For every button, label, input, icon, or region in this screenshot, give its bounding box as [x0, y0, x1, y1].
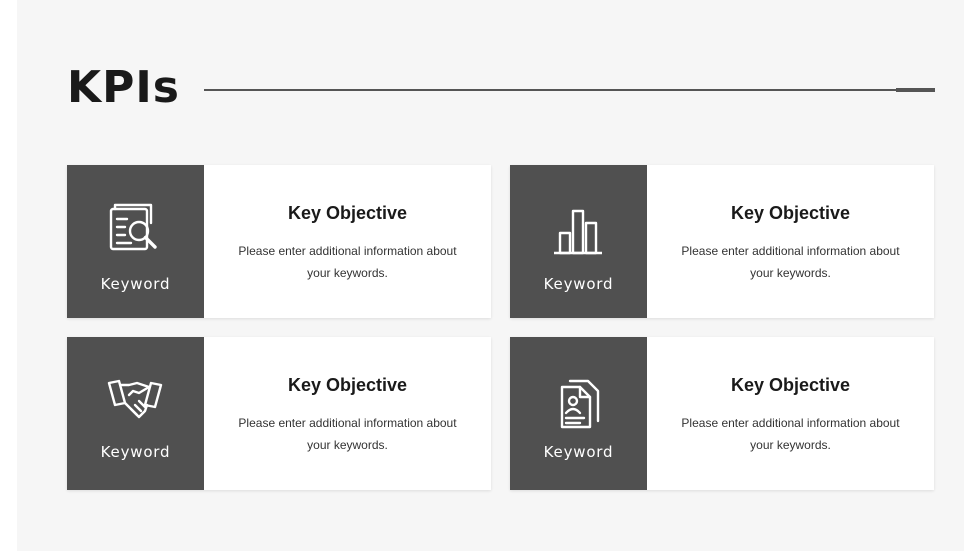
kpi-card-1-text: Key Objective Please enter additional in…	[204, 165, 491, 318]
kpi-card-4-tile: Keyword	[510, 337, 647, 490]
kpi-card-3-tile: Keyword	[67, 337, 204, 490]
slide: KPIs Keyword Key Objective Please enter …	[17, 0, 964, 551]
kpi-card-2-text: Key Objective Please enter additional in…	[647, 165, 934, 318]
kpi-card-3-title: Key Objective	[287, 375, 408, 395]
kpi-card-4-keyword: Keyword	[543, 443, 614, 461]
kpi-card-3: Keyword Key Objective Please enter addit…	[67, 337, 491, 490]
profile-document-icon	[560, 379, 600, 429]
page-title: KPIs	[67, 62, 180, 113]
handshake-icon	[107, 379, 163, 419]
title-divider	[204, 89, 898, 91]
kpi-card-1-description: Please enter additional information abou…	[238, 244, 457, 280]
kpi-card-2-description: Please enter additional information abou…	[681, 244, 900, 280]
document-search-icon	[109, 203, 157, 251]
kpi-card-2: Keyword Key Objective Please enter addit…	[510, 165, 934, 318]
bar-chart-icon	[554, 209, 602, 255]
kpi-card-4-title: Key Objective	[730, 375, 851, 395]
kpi-card-1-title: Key Objective	[287, 203, 408, 223]
kpi-card-3-text: Key Objective Please enter additional in…	[204, 337, 491, 490]
kpi-card-2-keyword: Keyword	[543, 275, 614, 293]
kpi-card-4: Keyword Key Objective Please enter addit…	[510, 337, 934, 490]
kpi-card-3-keyword: Keyword	[100, 443, 171, 461]
kpi-card-1-tile: Keyword	[67, 165, 204, 318]
title-divider-accent	[896, 88, 935, 92]
kpi-card-4-text: Key Objective Please enter additional in…	[647, 337, 934, 490]
kpi-card-4-description: Please enter additional information abou…	[681, 416, 900, 452]
kpi-card-2-title: Key Objective	[730, 203, 851, 223]
kpi-card-2-tile: Keyword	[510, 165, 647, 318]
kpi-card-3-description: Please enter additional information abou…	[238, 416, 457, 452]
kpi-card-1-keyword: Keyword	[100, 275, 171, 293]
kpi-card-1: Keyword Key Objective Please enter addit…	[67, 165, 491, 318]
